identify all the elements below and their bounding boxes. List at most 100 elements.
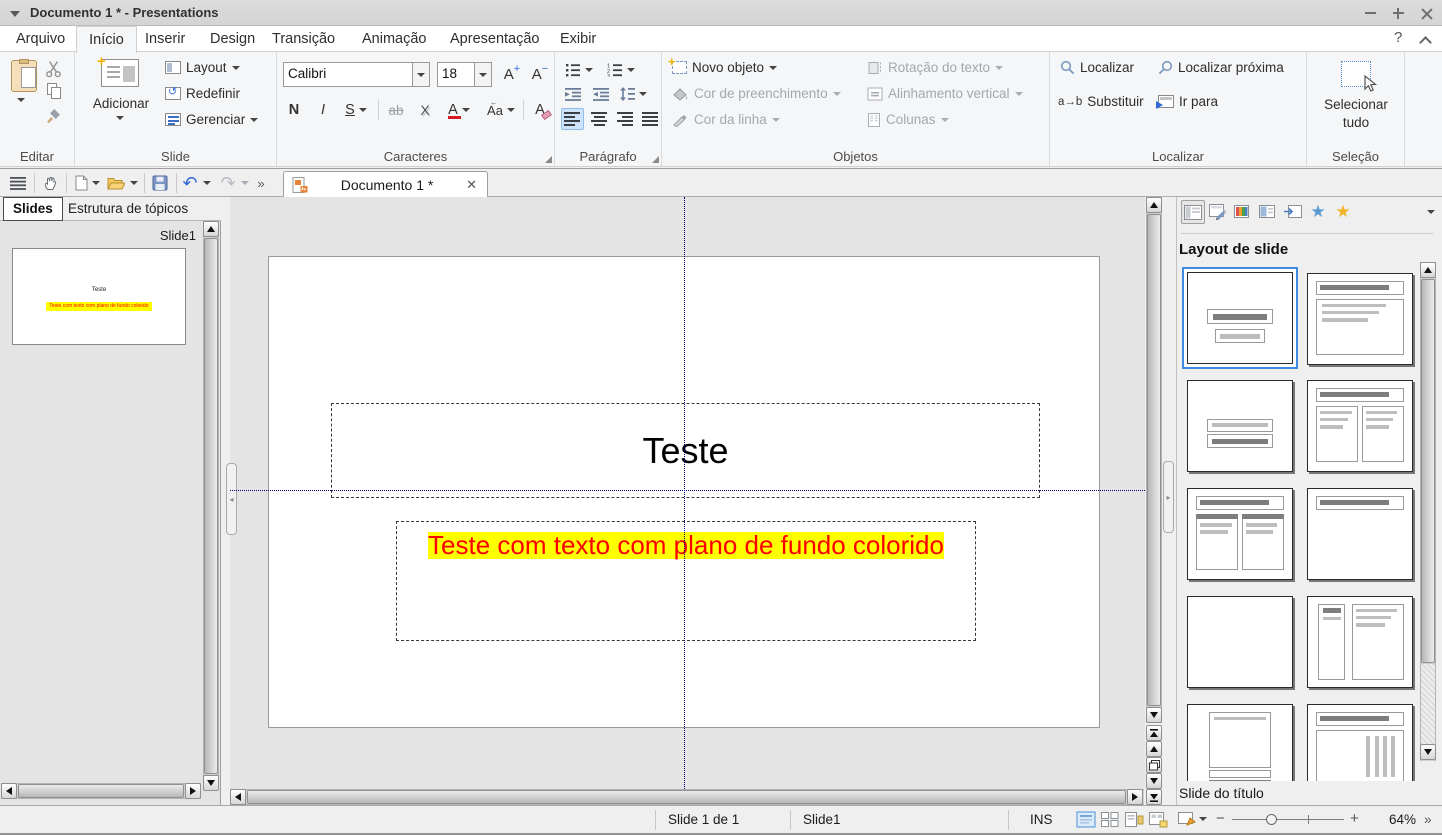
numbered-list-button[interactable]: 123: [603, 60, 639, 80]
menu-tab-transicao[interactable]: Transição: [272, 26, 335, 52]
layout-title-two-content[interactable]: [1307, 380, 1413, 472]
reset-slide-button[interactable]: ↺ Redefinir: [165, 86, 240, 101]
redo-icon[interactable]: ↷: [218, 172, 238, 194]
cut-icon[interactable]: [44, 60, 62, 78]
menu-tab-design[interactable]: Design: [210, 26, 255, 52]
increase-indent-icon[interactable]: [563, 84, 583, 104]
first-slide-icon[interactable]: [1146, 725, 1162, 741]
copy-icon[interactable]: [45, 82, 63, 100]
italic-button[interactable]: I: [313, 98, 333, 122]
layout-blank[interactable]: [1187, 596, 1293, 688]
status-insert-mode[interactable]: INS: [1030, 812, 1053, 827]
paste-dropdown-icon[interactable]: [17, 98, 25, 102]
font-size-dropdown-icon[interactable]: [474, 63, 491, 86]
select-all-button[interactable]: Selecionar tudo: [1307, 96, 1405, 132]
strikethrough-button[interactable]: ab: [383, 98, 409, 122]
layout-button[interactable]: Layout: [165, 60, 240, 75]
title-placeholder[interactable]: Teste: [331, 403, 1040, 498]
goto-button[interactable]: Ir para: [1158, 94, 1218, 109]
sidebar-gallery-icon[interactable]: ★: [1331, 200, 1355, 224]
navigator-icon[interactable]: [1146, 757, 1162, 773]
open-file-dropdown-icon[interactable]: [128, 172, 140, 194]
zoom-slider-handle[interactable]: [1266, 814, 1277, 825]
line-color-button[interactable]: Cor da linha: [672, 112, 780, 127]
document-tab[interactable]: Documento 1 * ✕: [283, 171, 488, 198]
sidebar-animation-icon[interactable]: [1256, 200, 1280, 224]
paste-icon[interactable]: [10, 59, 38, 93]
canvas-scroll-left-icon[interactable]: [230, 789, 246, 805]
shrink-font-icon[interactable]: A−: [528, 62, 552, 86]
font-name-dropdown-icon[interactable]: [412, 63, 429, 86]
menu-tab-inicio[interactable]: Início: [76, 26, 137, 53]
last-slide-icon[interactable]: [1146, 789, 1162, 805]
panel-tab-outline[interactable]: Estrutura de tópicos: [62, 197, 194, 221]
menu-icon[interactable]: [6, 172, 30, 194]
bold-button[interactable]: N: [283, 98, 305, 122]
undo-icon[interactable]: ↶: [180, 172, 200, 194]
sidebar-shapes-icon[interactable]: [1281, 200, 1305, 224]
columns-button[interactable]: Colunas: [867, 112, 949, 127]
panel-vscroll-thumb[interactable]: [204, 238, 218, 774]
font-name-combo[interactable]: Calibri: [283, 62, 430, 87]
next-slide-icon[interactable]: [1146, 773, 1162, 789]
left-panel-splitter-handle[interactable]: ◂: [226, 463, 237, 535]
help-icon[interactable]: ?: [1394, 29, 1402, 46]
menu-tab-inserir[interactable]: Inserir: [145, 26, 185, 52]
shadow-button[interactable]: X: [414, 98, 436, 122]
sidebar-properties-icon[interactable]: [1181, 200, 1205, 224]
text-rotation-button[interactable]: Rotação do texto: [867, 60, 1003, 75]
new-document-icon[interactable]: [71, 172, 91, 194]
sidebar-menu-icon[interactable]: [1423, 200, 1439, 224]
canvas-scroll-right-icon[interactable]: [1127, 789, 1143, 805]
layout-title-content[interactable]: [1307, 273, 1413, 365]
new-document-dropdown-icon[interactable]: [90, 172, 102, 194]
redo-dropdown-icon[interactable]: [239, 172, 251, 194]
window-menu-icon[interactable]: [10, 11, 20, 17]
add-slide-icon[interactable]: +: [100, 58, 140, 88]
grow-font-icon[interactable]: A+: [500, 62, 524, 86]
minimize-button[interactable]: [1360, 4, 1380, 22]
layout-scroll-thumb[interactable]: [1421, 279, 1435, 663]
menu-tab-animacao[interactable]: Animação: [362, 26, 426, 52]
line-spacing-button[interactable]: [617, 84, 649, 104]
menu-tab-apresentacao[interactable]: Apresentação: [450, 26, 539, 52]
add-slide-button[interactable]: Adicionar: [87, 94, 155, 112]
canvas-scroll-down-icon[interactable]: [1146, 707, 1162, 723]
layout-text-centered[interactable]: [1187, 704, 1293, 781]
collapse-ribbon-icon[interactable]: [1419, 36, 1432, 49]
body-placeholder[interactable]: Teste com texto com plano de fundo color…: [396, 521, 976, 641]
underline-button[interactable]: S: [339, 98, 373, 122]
presentation-mode-button[interactable]: [1178, 812, 1207, 826]
paragrafo-dialog-launcher-icon[interactable]: [652, 156, 659, 163]
add-slide-dropdown-icon[interactable]: [116, 116, 124, 120]
layout-title-only[interactable]: [1307, 488, 1413, 580]
sidebar-effects-icon[interactable]: ★: [1306, 200, 1330, 224]
sidebar-splitter-handle[interactable]: ▸: [1163, 461, 1174, 533]
layout-scroll-down-icon[interactable]: [1420, 744, 1436, 760]
zoom-in-icon[interactable]: +: [1350, 810, 1359, 827]
panel-scroll-up-icon[interactable]: [203, 221, 219, 237]
undo-dropdown-icon[interactable]: [201, 172, 213, 194]
align-right-button[interactable]: [614, 108, 637, 130]
panel-scroll-right-icon[interactable]: [185, 783, 201, 799]
layout-scroll-up-icon[interactable]: [1420, 262, 1436, 278]
change-case-button[interactable]: Aa ←: [482, 98, 520, 122]
find-button[interactable]: Localizar: [1060, 60, 1134, 75]
panel-tab-slides[interactable]: Slides: [3, 197, 63, 221]
maximize-button[interactable]: [1388, 4, 1408, 22]
menu-tab-exibir[interactable]: Exibir: [560, 26, 596, 52]
view-notes-icon[interactable]: [1124, 811, 1144, 828]
font-color-button[interactable]: A: [441, 98, 477, 122]
caracteres-dialog-launcher-icon[interactable]: [545, 156, 552, 163]
open-file-icon[interactable]: [104, 172, 128, 194]
menu-tab-arquivo[interactable]: Arquivo: [16, 26, 65, 52]
panel-hscroll-thumb[interactable]: [18, 784, 184, 798]
layout-vertical-title-content[interactable]: [1307, 596, 1413, 688]
pan-hand-icon[interactable]: [38, 172, 62, 194]
align-center-button[interactable]: [588, 108, 611, 130]
close-button[interactable]: [1416, 4, 1436, 22]
select-all-icon[interactable]: [1338, 58, 1374, 90]
sidebar-transition-icon[interactable]: [1206, 200, 1230, 224]
layout-centered-text[interactable]: [1187, 380, 1293, 472]
view-normal-icon[interactable]: [1076, 811, 1096, 828]
